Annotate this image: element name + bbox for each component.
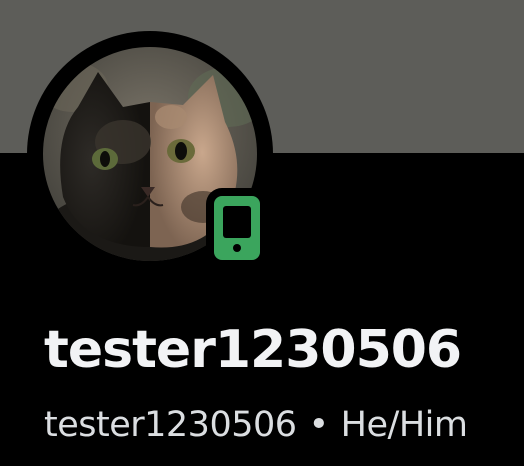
- username: tester1230506: [44, 405, 297, 445]
- separator-dot: •: [308, 405, 330, 445]
- display-name: tester1230506: [44, 320, 462, 380]
- pronouns: He/Him: [340, 405, 468, 445]
- profile-subline: tester1230506 • He/Him: [44, 402, 468, 448]
- mobile-phone-icon: [214, 196, 260, 260]
- status-badge: [206, 188, 268, 268]
- user-profile-header: tester1230506 tester1230506 • He/Him: [0, 0, 524, 466]
